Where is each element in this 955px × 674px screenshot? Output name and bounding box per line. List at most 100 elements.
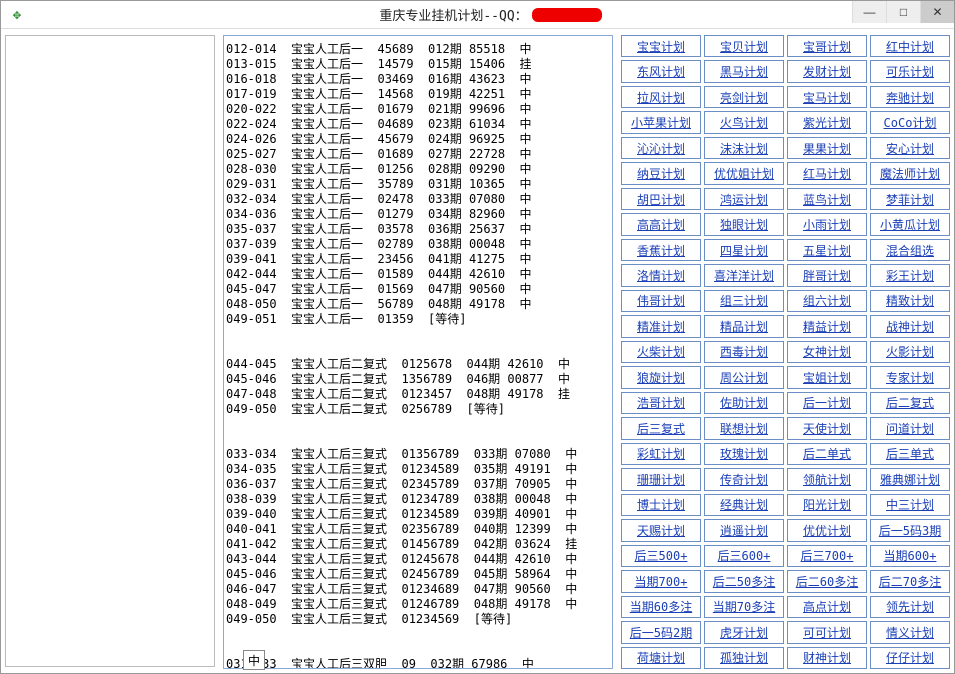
plan-button[interactable]: 后一计划 xyxy=(787,392,867,414)
plan-button[interactable]: 果果计划 xyxy=(787,137,867,159)
plan-button[interactable]: 优优计划 xyxy=(787,519,867,541)
plan-button[interactable]: 小黄瓜计划 xyxy=(870,213,950,235)
plan-button[interactable]: 天赐计划 xyxy=(621,519,701,541)
plan-button[interactable]: 火影计划 xyxy=(870,341,950,363)
plan-button[interactable]: 彩虹计划 xyxy=(621,443,701,465)
plan-button[interactable]: 独眼计划 xyxy=(704,213,784,235)
plan-button[interactable]: 周公计划 xyxy=(704,366,784,388)
plan-button[interactable]: 当期60多注 xyxy=(621,596,701,618)
plan-button[interactable]: 沫沫计划 xyxy=(704,137,784,159)
plan-button[interactable]: 香蕉计划 xyxy=(621,239,701,261)
plan-button[interactable]: 宝马计划 xyxy=(787,86,867,108)
plan-button[interactable]: 小苹果计划 xyxy=(621,111,701,133)
plan-button[interactable]: 中三计划 xyxy=(870,494,950,516)
plan-button[interactable]: 梦菲计划 xyxy=(870,188,950,210)
plan-button[interactable]: 佐助计划 xyxy=(704,392,784,414)
plan-button[interactable]: 虎牙计划 xyxy=(704,621,784,643)
plan-button[interactable]: 发财计划 xyxy=(787,60,867,82)
plan-button[interactable]: 狼旋计划 xyxy=(621,366,701,388)
plan-button[interactable]: 宝贝计划 xyxy=(704,35,784,57)
plan-button[interactable]: 阳光计划 xyxy=(787,494,867,516)
plan-button[interactable]: CoCo计划 xyxy=(870,111,950,133)
plan-button[interactable]: 战神计划 xyxy=(870,315,950,337)
plan-button[interactable]: 小雨计划 xyxy=(787,213,867,235)
plan-button[interactable]: 后二60多注 xyxy=(787,570,867,592)
plan-button[interactable]: 精品计划 xyxy=(704,315,784,337)
plan-button[interactable]: 后三复式 xyxy=(621,417,701,439)
plan-button[interactable]: 奔驰计划 xyxy=(870,86,950,108)
plan-button[interactable]: 组六计划 xyxy=(787,290,867,312)
plan-button[interactable]: 可乐计划 xyxy=(870,60,950,82)
plan-button[interactable]: 宝哥计划 xyxy=(787,35,867,57)
plan-button[interactable]: 荷塘计划 xyxy=(621,647,701,669)
plan-button[interactable]: 蓝鸟计划 xyxy=(787,188,867,210)
plan-button[interactable]: 传奇计划 xyxy=(704,468,784,490)
plan-button[interactable]: 宝姐计划 xyxy=(787,366,867,388)
plan-button[interactable]: 后二复式 xyxy=(870,392,950,414)
plan-button[interactable]: 后二70多注 xyxy=(870,570,950,592)
plan-button[interactable]: 魔法师计划 xyxy=(870,162,950,184)
plan-button[interactable]: 当期700+ xyxy=(621,570,701,592)
plan-button[interactable]: 伟哥计划 xyxy=(621,290,701,312)
plan-button[interactable]: 可可计划 xyxy=(787,621,867,643)
plan-button[interactable]: 天使计划 xyxy=(787,417,867,439)
plan-button[interactable]: 胡巴计划 xyxy=(621,188,701,210)
plan-button[interactable]: 鸿运计划 xyxy=(704,188,784,210)
plan-button[interactable]: 优优姐计划 xyxy=(704,162,784,184)
close-button[interactable]: ✕ xyxy=(920,1,954,23)
plan-button[interactable]: 仔仔计划 xyxy=(870,647,950,669)
plan-button[interactable]: 后二50多注 xyxy=(704,570,784,592)
plan-button[interactable]: 高点计划 xyxy=(787,596,867,618)
plan-button[interactable]: 高高计划 xyxy=(621,213,701,235)
plan-button[interactable]: 安心计划 xyxy=(870,137,950,159)
plan-button[interactable]: 孤独计划 xyxy=(704,647,784,669)
plan-button[interactable]: 混合组选 xyxy=(870,239,950,261)
plan-button[interactable]: 五星计划 xyxy=(787,239,867,261)
plan-button[interactable]: 红马计划 xyxy=(787,162,867,184)
minimize-button[interactable]: — xyxy=(852,1,886,23)
plan-button[interactable]: 精益计划 xyxy=(787,315,867,337)
maximize-button[interactable]: □ xyxy=(886,1,920,23)
plan-button[interactable]: 浩哥计划 xyxy=(621,392,701,414)
plan-button[interactable]: 亮剑计划 xyxy=(704,86,784,108)
plan-button[interactable]: 彩王计划 xyxy=(870,264,950,286)
plan-button[interactable]: 后三单式 xyxy=(870,443,950,465)
plan-button[interactable]: 火柴计划 xyxy=(621,341,701,363)
plan-button[interactable]: 火鸟计划 xyxy=(704,111,784,133)
plan-button[interactable]: 后三700+ xyxy=(787,545,867,567)
plan-button[interactable]: 玫瑰计划 xyxy=(704,443,784,465)
plan-button[interactable]: 后一5码2期 xyxy=(621,621,701,643)
plan-button[interactable]: 精准计划 xyxy=(621,315,701,337)
plan-button[interactable]: 四星计划 xyxy=(704,239,784,261)
plan-button[interactable]: 情义计划 xyxy=(870,621,950,643)
plan-button[interactable]: 精致计划 xyxy=(870,290,950,312)
plan-button[interactable]: 拉风计划 xyxy=(621,86,701,108)
plan-button[interactable]: 胖哥计划 xyxy=(787,264,867,286)
plan-button[interactable]: 喜洋洋计划 xyxy=(704,264,784,286)
plan-button[interactable]: 珊珊计划 xyxy=(621,468,701,490)
plan-button[interactable]: 紫光计划 xyxy=(787,111,867,133)
plan-button[interactable]: 经典计划 xyxy=(704,494,784,516)
plan-button[interactable]: 洛情计划 xyxy=(621,264,701,286)
plan-button[interactable]: 黑马计划 xyxy=(704,60,784,82)
plan-button[interactable]: 后二单式 xyxy=(787,443,867,465)
plan-button[interactable]: 专家计划 xyxy=(870,366,950,388)
plan-button[interactable]: 领先计划 xyxy=(870,596,950,618)
plan-button[interactable]: 宝宝计划 xyxy=(621,35,701,57)
plan-button[interactable]: 当期600+ xyxy=(870,545,950,567)
plan-button[interactable]: 雅典娜计划 xyxy=(870,468,950,490)
plan-button[interactable]: 联想计划 xyxy=(704,417,784,439)
plan-button[interactable]: 当期70多注 xyxy=(704,596,784,618)
plan-button[interactable]: 博士计划 xyxy=(621,494,701,516)
plan-button[interactable]: 东风计划 xyxy=(621,60,701,82)
plan-button[interactable]: 财神计划 xyxy=(787,647,867,669)
plan-button[interactable]: 沁沁计划 xyxy=(621,137,701,159)
log-panel[interactable]: 012-014 宝宝人工后一 45689 012期 85518 中 013-01… xyxy=(223,35,613,669)
plan-button[interactable]: 逍遥计划 xyxy=(704,519,784,541)
plan-button[interactable]: 组三计划 xyxy=(704,290,784,312)
plan-button[interactable]: 领航计划 xyxy=(787,468,867,490)
plan-button[interactable]: 西毒计划 xyxy=(704,341,784,363)
plan-button[interactable]: 后一5码3期 xyxy=(870,519,950,541)
plan-button[interactable]: 女神计划 xyxy=(787,341,867,363)
plan-button[interactable]: 纳豆计划 xyxy=(621,162,701,184)
